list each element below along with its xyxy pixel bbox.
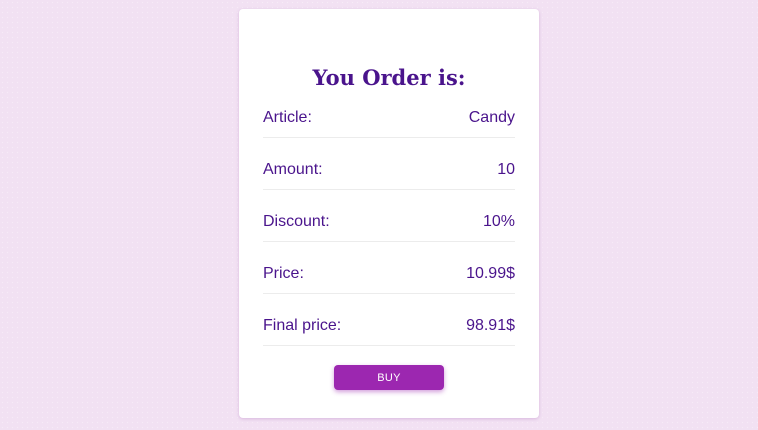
- amount-label: Amount:: [263, 161, 323, 178]
- price-label: Price:: [263, 265, 304, 282]
- row-amount: Amount: 10: [263, 159, 515, 190]
- row-discount: Discount: 10%: [263, 211, 515, 242]
- order-card: You Order is: Article: Candy Amount: 10 …: [239, 9, 539, 418]
- article-value: Candy: [468, 109, 515, 126]
- order-title: You Order is:: [312, 65, 466, 90]
- discount-value: 10%: [482, 213, 515, 230]
- article-label: Article:: [263, 109, 312, 126]
- row-final-price: Final price: 98.91$: [263, 315, 515, 346]
- final-price-label: Final price:: [263, 317, 342, 334]
- price-value: 10.99$: [466, 265, 515, 282]
- row-article: Article: Candy: [263, 107, 515, 138]
- amount-value: 10: [497, 161, 515, 178]
- buy-button[interactable]: BUY: [334, 365, 444, 390]
- row-price: Price: 10.99$: [263, 263, 515, 294]
- discount-label: Discount:: [263, 213, 330, 230]
- final-price-value: 98.91$: [466, 317, 515, 334]
